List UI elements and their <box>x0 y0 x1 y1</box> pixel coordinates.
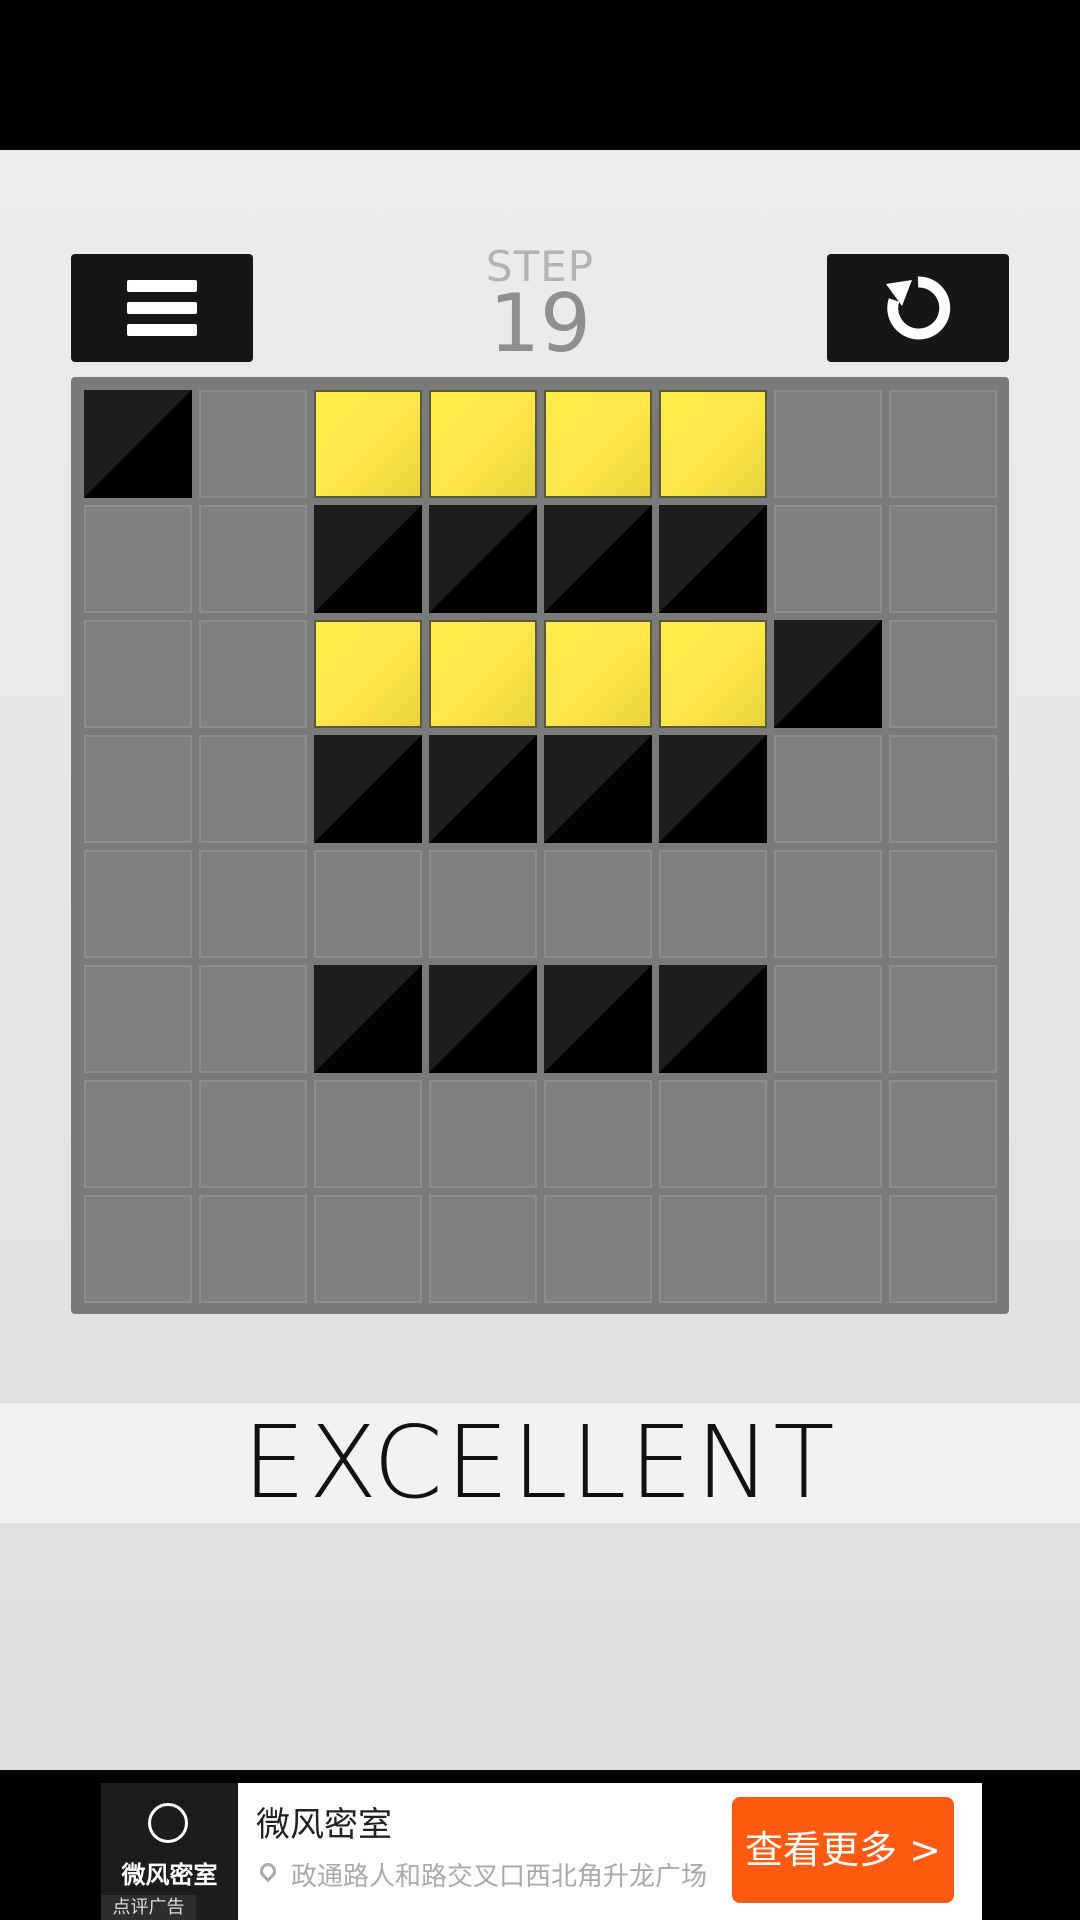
step-count: 19 <box>489 277 591 370</box>
board-cell-empty[interactable] <box>889 735 997 843</box>
board-cell-yellow[interactable] <box>544 390 652 498</box>
board-cell-black[interactable] <box>314 505 422 613</box>
board-cell-black[interactable] <box>659 505 767 613</box>
board-cell-black[interactable] <box>544 965 652 1073</box>
board-cell-empty[interactable] <box>84 965 192 1073</box>
board-cell-empty[interactable] <box>889 390 997 498</box>
board-cell-black[interactable] <box>544 735 652 843</box>
game-screen: STEP 19 EXCELLENT <box>0 150 1080 1770</box>
board-cell-black[interactable] <box>544 505 652 613</box>
board-cell-empty[interactable] <box>84 735 192 843</box>
board-cell-yellow[interactable] <box>659 390 767 498</box>
board-cell-empty[interactable] <box>889 620 997 728</box>
board-cell-empty[interactable] <box>199 1195 307 1303</box>
ad-banner[interactable]: 微风密室 点评广告 微风密室 政通路人和路交叉口西北角升龙广场 查看更多 > <box>101 1783 982 1920</box>
board-cell-empty[interactable] <box>199 620 307 728</box>
board-cell-empty[interactable] <box>314 1195 422 1303</box>
board-cell-empty[interactable] <box>199 735 307 843</box>
board-cell-empty[interactable] <box>84 850 192 958</box>
restart-arrow-icon <box>886 276 951 340</box>
ad-logo-mark-icon <box>148 1803 188 1843</box>
board-cell-empty[interactable] <box>659 1080 767 1188</box>
board-cell-empty[interactable] <box>84 620 192 728</box>
board-cell-empty[interactable] <box>199 850 307 958</box>
ad-title: 微风密室 <box>256 1805 392 1845</box>
result-banner: EXCELLENT <box>0 1403 1080 1523</box>
ad-cta-button[interactable]: 查看更多 > <box>732 1797 954 1903</box>
board-cell-empty[interactable] <box>889 1195 997 1303</box>
board-cell-empty[interactable] <box>199 390 307 498</box>
board-cell-empty[interactable] <box>84 1195 192 1303</box>
board-cell-empty[interactable] <box>429 1195 537 1303</box>
board-cell-yellow[interactable] <box>314 390 422 498</box>
board-cell-empty[interactable] <box>774 390 882 498</box>
board-cell-black[interactable] <box>659 735 767 843</box>
board-cell-empty[interactable] <box>544 850 652 958</box>
board-cell-empty[interactable] <box>544 1080 652 1188</box>
board-grid <box>84 390 997 1303</box>
board-cell-empty[interactable] <box>774 965 882 1073</box>
location-pin-icon <box>256 1859 280 1883</box>
hamburger-menu-icon <box>127 280 197 336</box>
board-cell-empty[interactable] <box>774 1080 882 1188</box>
board-cell-empty[interactable] <box>84 505 192 613</box>
board-cell-empty[interactable] <box>889 850 997 958</box>
board-cell-black[interactable] <box>429 505 537 613</box>
board-cell-empty[interactable] <box>659 850 767 958</box>
board-cell-black[interactable] <box>429 965 537 1073</box>
board-cell-empty[interactable] <box>199 505 307 613</box>
board-cell-yellow[interactable] <box>314 620 422 728</box>
board-cell-empty[interactable] <box>659 1195 767 1303</box>
board-cell-yellow[interactable] <box>659 620 767 728</box>
result-text: EXCELLENT <box>242 1404 838 1521</box>
game-board <box>71 377 1009 1314</box>
ad-tag: 点评广告 <box>101 1895 196 1920</box>
board-cell-empty[interactable] <box>429 850 537 958</box>
board-cell-empty[interactable] <box>199 1080 307 1188</box>
board-cell-empty[interactable] <box>314 1080 422 1188</box>
board-cell-empty[interactable] <box>429 1080 537 1188</box>
board-cell-empty[interactable] <box>774 505 882 613</box>
board-cell-black[interactable] <box>659 965 767 1073</box>
ad-address: 政通路人和路交叉口西北角升龙广场 <box>291 1862 708 1892</box>
board-cell-black[interactable] <box>84 390 192 498</box>
board-cell-empty[interactable] <box>774 850 882 958</box>
board-cell-empty[interactable] <box>774 735 882 843</box>
board-cell-empty[interactable] <box>544 1195 652 1303</box>
board-cell-yellow[interactable] <box>429 620 537 728</box>
restart-button[interactable] <box>827 254 1009 362</box>
ad-logo: 微风密室 点评广告 <box>101 1783 238 1920</box>
board-cell-black[interactable] <box>314 965 422 1073</box>
board-cell-empty[interactable] <box>889 1080 997 1188</box>
board-cell-empty[interactable] <box>199 965 307 1073</box>
board-cell-empty[interactable] <box>889 965 997 1073</box>
board-cell-yellow[interactable] <box>429 390 537 498</box>
menu-button[interactable] <box>71 254 253 362</box>
board-cell-empty[interactable] <box>774 1195 882 1303</box>
board-cell-empty[interactable] <box>314 850 422 958</box>
ad-logo-text: 微风密室 <box>121 1861 218 1889</box>
board-cell-black[interactable] <box>314 735 422 843</box>
board-cell-empty[interactable] <box>889 505 997 613</box>
board-cell-yellow[interactable] <box>544 620 652 728</box>
board-cell-black[interactable] <box>774 620 882 728</box>
board-cell-black[interactable] <box>429 735 537 843</box>
board-cell-empty[interactable] <box>84 1080 192 1188</box>
